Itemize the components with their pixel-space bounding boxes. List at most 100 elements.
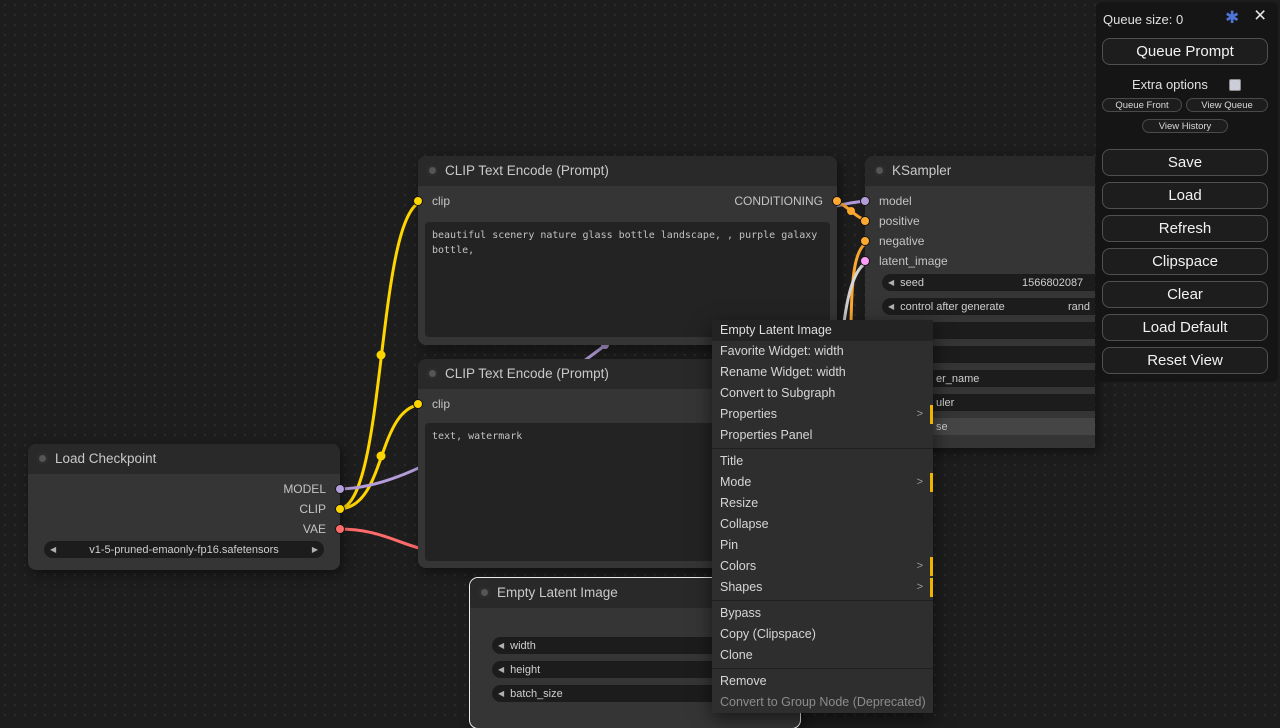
queue-size-label: Queue size: 0 xyxy=(1103,12,1183,27)
menu-item-label: Shapes xyxy=(720,580,762,594)
submenu-indicator xyxy=(930,557,933,576)
input-label-negative: negative xyxy=(879,234,924,248)
input-slot-positive[interactable] xyxy=(860,216,870,226)
output-slot-model[interactable] xyxy=(335,484,345,494)
link-midpoint-dot xyxy=(847,207,855,215)
extra-options-label: Extra options xyxy=(1132,77,1208,92)
node-load-checkpoint[interactable]: Load Checkpoint MODEL CLIP VAE ◀ v1-5-pr… xyxy=(28,444,340,570)
control-after-generate-value: rand xyxy=(1068,301,1090,313)
submenu-arrow-icon: > xyxy=(917,404,923,425)
seed-label: seed xyxy=(900,277,924,289)
load-default-button[interactable]: Load Default xyxy=(1102,314,1268,341)
stepper-prev-icon[interactable]: ◀ xyxy=(882,278,900,287)
menu-item-colors[interactable]: Colors > xyxy=(712,556,933,577)
graph-canvas[interactable]: Load Checkpoint MODEL CLIP VAE ◀ v1-5-pr… xyxy=(0,0,1280,720)
link-clip-to-negative-prompt xyxy=(338,404,425,509)
ckpt-name-value: v1-5-pruned-emaonly-fp16.safetensors xyxy=(62,544,306,556)
node-context-menu: Empty Latent Image Favorite Widget: widt… xyxy=(712,320,933,713)
menu-item-title[interactable]: Title xyxy=(712,451,933,472)
output-label-model: MODEL xyxy=(283,482,326,496)
combo-next-icon[interactable]: ▶ xyxy=(306,545,324,554)
height-label: height xyxy=(510,664,540,676)
menu-item-mode[interactable]: Mode > xyxy=(712,472,933,493)
node-title: CLIP Text Encode (Prompt) xyxy=(445,163,609,178)
stepper-prev-icon[interactable]: ◀ xyxy=(492,665,510,674)
input-label-model: model xyxy=(879,194,912,208)
stepper-prev-icon[interactable]: ◀ xyxy=(492,689,510,698)
close-icon[interactable]: × xyxy=(1254,4,1266,28)
input-slot-clip[interactable] xyxy=(413,399,423,409)
context-menu-title: Empty Latent Image xyxy=(712,320,933,341)
menu-item-copy-clipspace[interactable]: Copy (Clipspace) xyxy=(712,624,933,645)
node-title: CLIP Text Encode (Prompt) xyxy=(445,366,609,381)
extra-options-checkbox[interactable] xyxy=(1229,79,1241,91)
queue-prompt-button[interactable]: Queue Prompt xyxy=(1102,38,1268,65)
collapse-toggle[interactable] xyxy=(37,453,48,464)
submenu-arrow-icon: > xyxy=(917,472,923,493)
input-label-clip: clip xyxy=(432,397,450,411)
submenu-indicator xyxy=(930,578,933,597)
width-label: width xyxy=(510,640,536,652)
node-title: Load Checkpoint xyxy=(55,451,156,466)
collapse-toggle[interactable] xyxy=(874,165,885,176)
node-titlebar[interactable]: CLIP Text Encode (Prompt) xyxy=(418,156,837,186)
settings-gear-icon[interactable]: ✱ xyxy=(1225,8,1239,28)
menu-item-clone[interactable]: Clone xyxy=(712,645,933,666)
reset-view-button[interactable]: Reset View xyxy=(1102,347,1268,374)
output-label-vae: VAE xyxy=(303,522,326,536)
link-midpoint-dot xyxy=(377,351,386,360)
submenu-indicator xyxy=(930,405,933,424)
menu-item-rename-widget[interactable]: Rename Widget: width xyxy=(712,362,933,383)
input-slot-latent-image[interactable] xyxy=(860,256,870,266)
node-titlebar[interactable]: Load Checkpoint xyxy=(28,444,340,474)
seed-widget[interactable]: ◀ seed 1566802087 xyxy=(882,274,1095,291)
output-slot-clip[interactable] xyxy=(335,504,345,514)
combo-prev-icon[interactable]: ◀ xyxy=(44,545,62,554)
output-slot-vae[interactable] xyxy=(335,524,345,534)
stepper-prev-icon[interactable]: ◀ xyxy=(492,641,510,650)
input-label-latent-image: latent_image xyxy=(879,254,948,268)
menu-item-remove[interactable]: Remove xyxy=(712,671,933,692)
collapse-toggle[interactable] xyxy=(427,368,438,379)
menu-item-shapes[interactable]: Shapes > xyxy=(712,577,933,598)
stepper-prev-icon[interactable]: ◀ xyxy=(882,302,900,311)
save-button[interactable]: Save xyxy=(1102,149,1268,176)
submenu-indicator xyxy=(930,473,933,492)
clear-button[interactable]: Clear xyxy=(1102,281,1268,308)
clipspace-button[interactable]: Clipspace xyxy=(1102,248,1268,275)
ckpt-name-combo[interactable]: ◀ v1-5-pruned-emaonly-fp16.safetensors ▶ xyxy=(44,541,324,558)
control-after-generate-label: control after generate xyxy=(900,301,1005,313)
collapse-toggle[interactable] xyxy=(479,587,490,598)
submenu-arrow-icon: > xyxy=(917,577,923,598)
link-clip-to-positive-prompt xyxy=(338,201,425,509)
view-queue-button[interactable]: View Queue xyxy=(1186,98,1268,112)
link-midpoint-dot xyxy=(377,452,386,461)
menu-item-label: Properties xyxy=(720,407,777,421)
menu-item-convert-to-subgraph[interactable]: Convert to Subgraph xyxy=(712,383,933,404)
input-slot-negative[interactable] xyxy=(860,236,870,246)
node-clip-text-encode-positive[interactable]: CLIP Text Encode (Prompt) clip CONDITION… xyxy=(418,156,837,345)
node-titlebar[interactable]: KSampler xyxy=(865,156,1095,186)
menu-item-favorite-widget[interactable]: Favorite Widget: width xyxy=(712,341,933,362)
input-slot-model[interactable] xyxy=(860,196,870,206)
output-label-conditioning: CONDITIONING xyxy=(734,194,823,208)
seed-value: 1566802087 xyxy=(1022,277,1083,289)
queue-front-button[interactable]: Queue Front xyxy=(1102,98,1182,112)
node-title: KSampler xyxy=(892,163,951,178)
menu-item-label: Mode xyxy=(720,475,751,489)
refresh-button[interactable]: Refresh xyxy=(1102,215,1268,242)
control-after-generate-widget[interactable]: ◀ control after generate rand xyxy=(882,298,1095,315)
collapse-toggle[interactable] xyxy=(427,165,438,176)
menu-item-properties-panel[interactable]: Properties Panel xyxy=(712,425,933,446)
input-label-positive: positive xyxy=(879,214,920,228)
view-history-button[interactable]: View History xyxy=(1142,119,1228,133)
menu-item-resize[interactable]: Resize xyxy=(712,493,933,514)
menu-item-pin[interactable]: Pin xyxy=(712,535,933,556)
load-button[interactable]: Load xyxy=(1102,182,1268,209)
input-slot-clip[interactable] xyxy=(413,196,423,206)
menu-item-properties[interactable]: Properties > xyxy=(712,404,933,425)
menu-item-convert-to-group-node[interactable]: Convert to Group Node (Deprecated) xyxy=(712,692,933,713)
menu-item-collapse[interactable]: Collapse xyxy=(712,514,933,535)
menu-item-bypass[interactable]: Bypass xyxy=(712,603,933,624)
output-slot-conditioning[interactable] xyxy=(832,196,842,206)
